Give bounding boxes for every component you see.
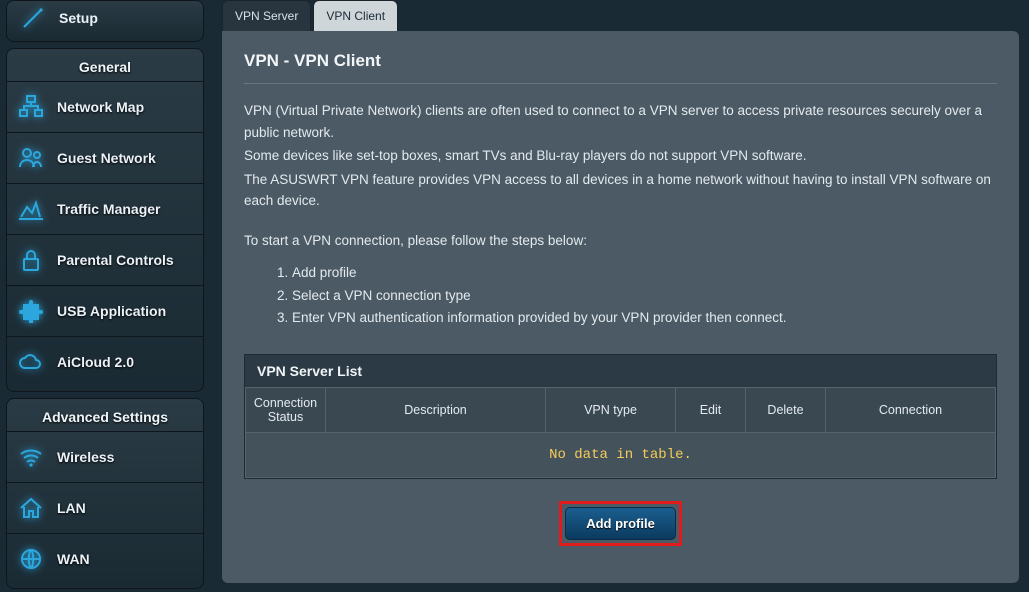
step-item: Enter VPN authentication information pro… bbox=[292, 307, 997, 330]
home-icon bbox=[17, 495, 45, 521]
tab-vpn-server[interactable]: VPN Server bbox=[222, 0, 311, 31]
add-profile-highlight: Add profile bbox=[559, 501, 682, 546]
table-empty-message: No data in table. bbox=[246, 433, 996, 478]
sidebar-advanced-heading: Advanced Settings bbox=[7, 403, 203, 431]
th-connection: Connection bbox=[826, 388, 996, 433]
content-panel: VPN - VPN Client VPN (Virtual Private Ne… bbox=[222, 31, 1019, 583]
tab-vpn-client[interactable]: VPN Client bbox=[313, 0, 398, 31]
sidebar-item-parental-controls[interactable]: Parental Controls bbox=[7, 234, 203, 285]
network-icon bbox=[17, 94, 45, 120]
step-item: Select a VPN connection type bbox=[292, 285, 997, 308]
th-edit: Edit bbox=[676, 388, 746, 433]
sidebar-item-wan[interactable]: WAN bbox=[7, 533, 203, 584]
sidebar-item-label: Wireless bbox=[57, 449, 114, 465]
wizard-icon bbox=[21, 5, 49, 31]
sidebar-item-label: AiCloud 2.0 bbox=[57, 354, 134, 370]
cloud-icon bbox=[17, 349, 45, 375]
sidebar-item-traffic-manager[interactable]: Traffic Manager bbox=[7, 183, 203, 234]
add-profile-button[interactable]: Add profile bbox=[565, 507, 676, 540]
desc-paragraph: To start a VPN connection, please follow… bbox=[244, 230, 997, 252]
th-description: Description bbox=[326, 388, 546, 433]
sidebar-general-heading: General bbox=[7, 53, 203, 81]
desc-paragraph: Some devices like set-top boxes, smart T… bbox=[244, 145, 997, 167]
lock-icon bbox=[17, 247, 45, 273]
puzzle-icon bbox=[17, 298, 45, 324]
desc-paragraph: The ASUSWRT VPN feature provides VPN acc… bbox=[244, 169, 997, 212]
sidebar-item-label: Guest Network bbox=[57, 150, 156, 166]
table-title: VPN Server List bbox=[245, 355, 996, 387]
page-title: VPN - VPN Client bbox=[244, 51, 997, 84]
traffic-icon bbox=[17, 196, 45, 222]
sidebar-setup-panel: Setup bbox=[6, 0, 204, 42]
globe-icon bbox=[17, 546, 45, 572]
sidebar-item-label: USB Application bbox=[57, 303, 166, 319]
sidebar-item-guest-network[interactable]: Guest Network bbox=[7, 132, 203, 183]
sidebar-item-label: Parental Controls bbox=[57, 252, 174, 268]
th-connection-status: Connection Status bbox=[246, 388, 326, 433]
th-delete: Delete bbox=[746, 388, 826, 433]
sidebar-setup-label: Setup bbox=[59, 10, 98, 26]
sidebar-item-label: Traffic Manager bbox=[57, 201, 160, 217]
th-vpn-type: VPN type bbox=[546, 388, 676, 433]
sidebar-item-label: Network Map bbox=[57, 99, 144, 115]
sidebar-item-label: LAN bbox=[57, 500, 86, 516]
vpn-server-list-table: VPN Server List Connection Status Descri… bbox=[244, 354, 997, 479]
sidebar-item-setup[interactable]: Setup bbox=[7, 5, 203, 37]
desc-paragraph: VPN (Virtual Private Network) clients ar… bbox=[244, 100, 997, 143]
wifi-icon bbox=[17, 444, 45, 470]
sidebar-item-wireless[interactable]: Wireless bbox=[7, 431, 203, 482]
steps-list: Add profile Select a VPN connection type… bbox=[292, 262, 997, 331]
button-row: Add profile bbox=[244, 501, 997, 546]
step-item: Add profile bbox=[292, 262, 997, 285]
sidebar-advanced-panel: Advanced Settings Wireless LAN WAN bbox=[6, 398, 204, 589]
guest-icon bbox=[17, 145, 45, 171]
sidebar-general-panel: General Network Map Guest Network Traffi… bbox=[6, 48, 204, 392]
sidebar-item-lan[interactable]: LAN bbox=[7, 482, 203, 533]
page-description: VPN (Virtual Private Network) clients ar… bbox=[244, 100, 997, 330]
sidebar-item-label: WAN bbox=[57, 551, 90, 567]
tab-bar: VPN Server VPN Client bbox=[222, 0, 1019, 31]
sidebar-item-aicloud[interactable]: AiCloud 2.0 bbox=[7, 336, 203, 387]
sidebar-item-usb-application[interactable]: USB Application bbox=[7, 285, 203, 336]
main-content: VPN Server VPN Client VPN - VPN Client V… bbox=[210, 0, 1029, 592]
sidebar-item-network-map[interactable]: Network Map bbox=[7, 81, 203, 132]
